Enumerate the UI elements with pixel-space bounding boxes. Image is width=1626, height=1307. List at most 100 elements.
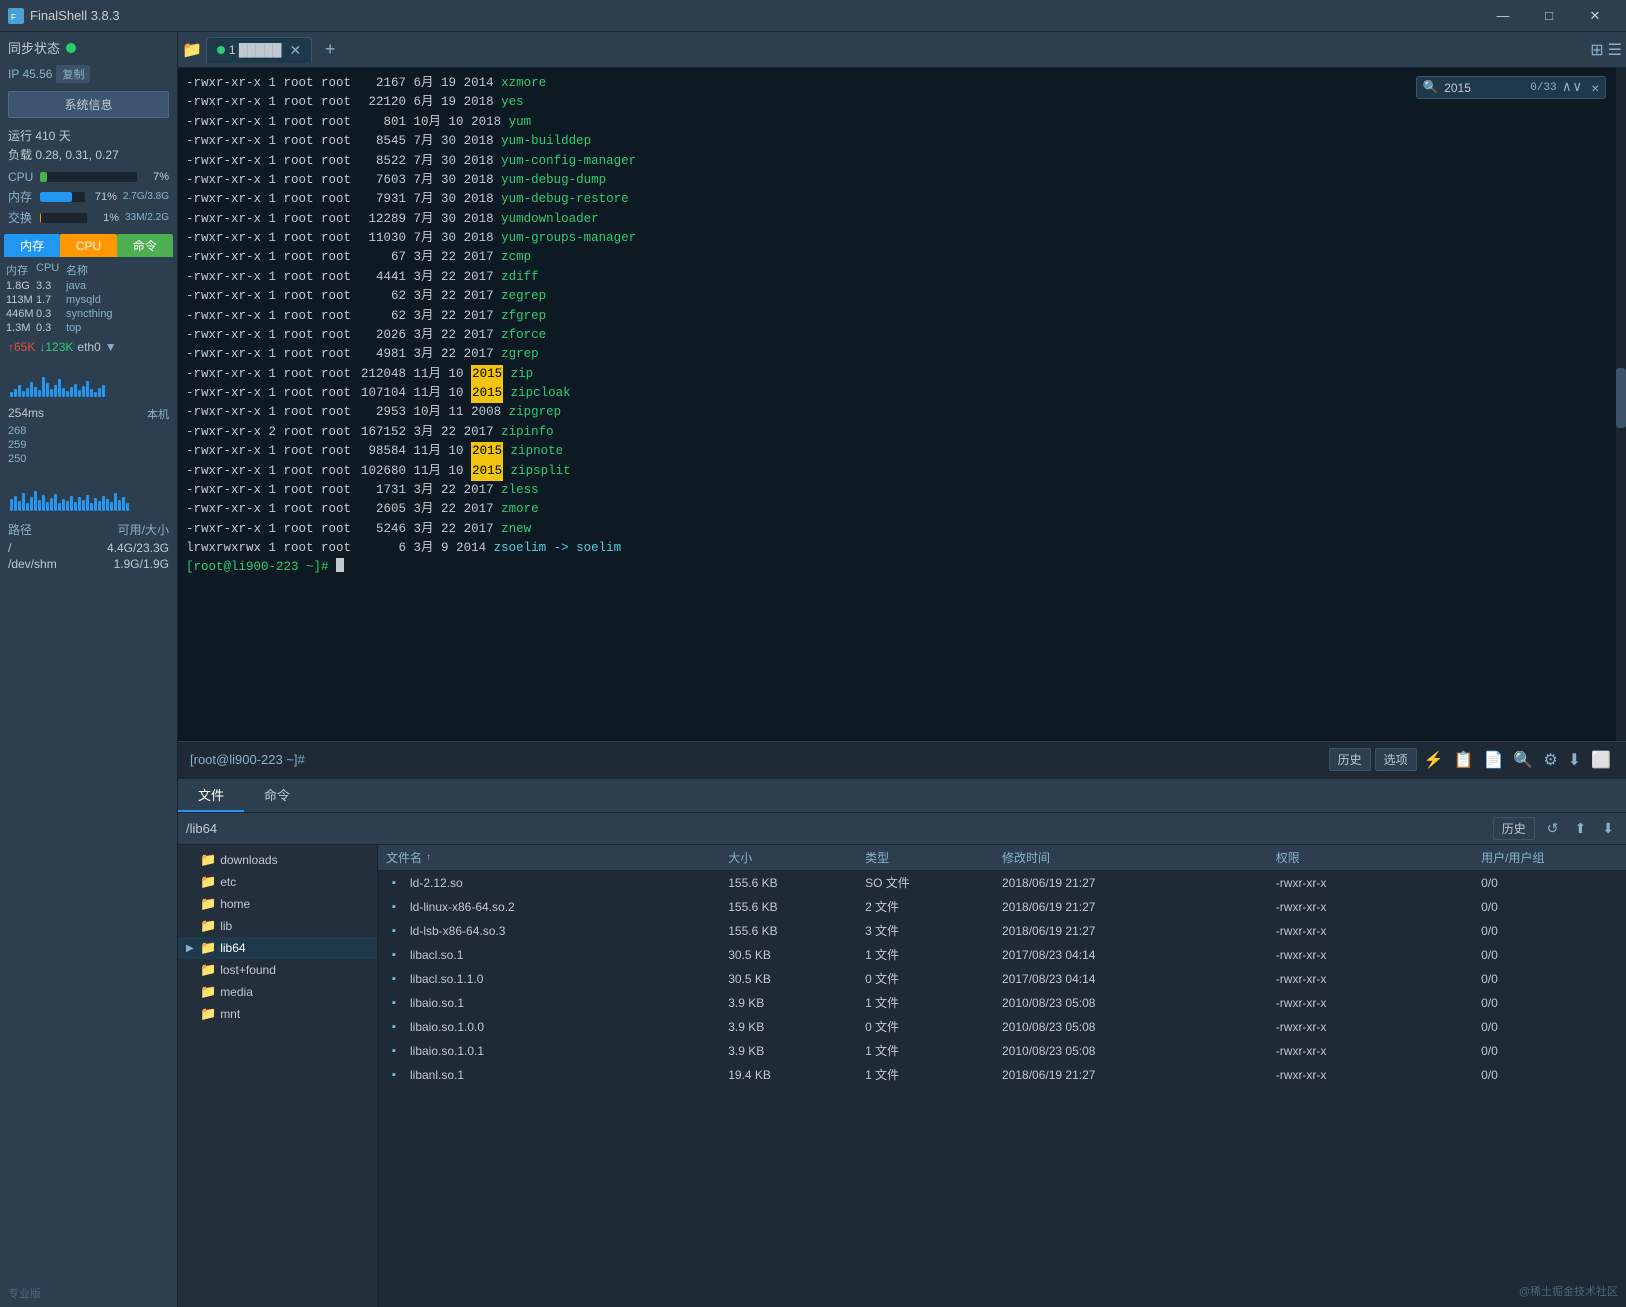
- paste-icon[interactable]: 📄: [1480, 748, 1506, 772]
- uptime-row: 运行 410 天: [8, 126, 169, 145]
- file-row[interactable]: ▪ ld-lsb-x86-64.so.3 155.6 KB 3 文件 2018/…: [378, 919, 1626, 943]
- ping-bar: [14, 496, 17, 511]
- net-bar: [22, 391, 25, 397]
- file-perm: -rwxr-xr-x: [1276, 876, 1481, 890]
- search-prev-button[interactable]: ∧: [1563, 79, 1571, 96]
- sysinfo-button[interactable]: 系统信息: [8, 91, 169, 118]
- refresh-icon[interactable]: ↺: [1543, 818, 1563, 839]
- net-bar: [98, 388, 101, 397]
- search-input[interactable]: [1444, 81, 1524, 95]
- file-size: 155.6 KB: [728, 876, 865, 890]
- folder-icon: 📁: [200, 1006, 216, 1022]
- file-type-icon: ▪: [386, 875, 402, 891]
- file-history-button[interactable]: 历史: [1493, 817, 1535, 840]
- content-area: 📁 1 █████ ✕ + ⊞ ☰ 🔍 0/33 ∧ ∨: [178, 32, 1626, 1307]
- tree-item-lost+found[interactable]: 📁lost+found: [178, 959, 377, 981]
- tree-item-downloads[interactable]: 📁downloads: [178, 849, 377, 871]
- file-row[interactable]: ▪ libanl.so.1 19.4 KB 1 文件 2018/06/19 21…: [378, 1063, 1626, 1087]
- net-bar: [58, 379, 61, 397]
- copy-ip-button[interactable]: 复制: [56, 65, 90, 83]
- terminal-scrollbar-thumb: [1616, 368, 1626, 428]
- tab-cpu-button[interactable]: CPU: [60, 234, 116, 257]
- tree-item-media[interactable]: 📁media: [178, 981, 377, 1003]
- disk-path-shm: /dev/shm: [8, 557, 57, 571]
- ping-bar: [18, 501, 21, 511]
- tree-item-etc[interactable]: 📁etc: [178, 871, 377, 893]
- disk-path-header: 路径: [8, 521, 32, 538]
- file-row[interactable]: ▪ libacl.so.1.1.0 30.5 KB 0 文件 2017/08/2…: [378, 967, 1626, 991]
- download-file-icon[interactable]: ⬇: [1598, 818, 1618, 839]
- file-type: SO 文件: [865, 874, 1002, 891]
- maximize-button[interactable]: □: [1526, 0, 1572, 32]
- tab-cmd[interactable]: 命令: [244, 779, 310, 812]
- settings-icon[interactable]: ⚙: [1540, 748, 1560, 772]
- tab-mem-button[interactable]: 内存: [4, 234, 60, 257]
- file-owner: 0/0: [1481, 1020, 1618, 1034]
- download-icon[interactable]: ⬇: [1565, 748, 1584, 772]
- table-row: lrwxrwxrwx 1 root root 6 3月 9 2014 zsoel…: [186, 539, 1618, 558]
- search-highlight: 2015: [471, 384, 503, 403]
- net-dropdown-icon[interactable]: ▼: [105, 340, 117, 354]
- terminal-scrollbar[interactable]: [1616, 68, 1626, 741]
- net-bar: [50, 389, 53, 397]
- ping-graph: [8, 467, 169, 513]
- ping-bar: [74, 502, 77, 511]
- table-row: -rwxr-xr-x 1 root root 2167 6月 19 2014 x…: [186, 74, 1618, 93]
- search-navigation: ∧ ∨: [1563, 79, 1582, 96]
- tree-item-lib64[interactable]: ▶📁lib64: [178, 937, 377, 959]
- options-button[interactable]: 选项: [1375, 748, 1417, 771]
- file-perm: -rwxr-xr-x: [1276, 1020, 1481, 1034]
- file-type-icon: ▪: [386, 1067, 402, 1083]
- tree-item-lib[interactable]: 📁lib: [178, 915, 377, 937]
- file-row[interactable]: ▪ libacl.so.1 30.5 KB 1 文件 2017/08/23 04…: [378, 943, 1626, 967]
- ping-bar: [78, 497, 81, 511]
- list-view-icon[interactable]: ☰: [1608, 40, 1622, 60]
- cpu-label: CPU: [8, 170, 36, 184]
- file-row[interactable]: ▪ ld-2.12.so 155.6 KB SO 文件 2018/06/19 2…: [378, 871, 1626, 895]
- file-name-cell: ▪ libanl.so.1: [386, 1067, 728, 1083]
- sort-icon[interactable]: ↑: [426, 852, 431, 863]
- file-row[interactable]: ▪ ld-linux-x86-64.so.2 155.6 KB 2 文件 201…: [378, 895, 1626, 919]
- tree-item-home[interactable]: 📁home: [178, 893, 377, 915]
- grid-view-icon[interactable]: ⊞: [1590, 40, 1603, 60]
- ping-values: 268 259 250: [0, 425, 177, 465]
- close-button[interactable]: ✕: [1572, 0, 1618, 32]
- search-terminal-icon[interactable]: 🔍: [1510, 748, 1536, 772]
- terminal-content: -rwxr-xr-x 1 root root 2167 6月 19 2014 x…: [178, 68, 1626, 741]
- search-close-button[interactable]: ✕: [1591, 80, 1599, 96]
- folder-icon: 📁: [200, 896, 216, 912]
- net-bar: [18, 385, 21, 397]
- lightning-icon[interactable]: ⚡: [1421, 748, 1447, 772]
- copy-icon[interactable]: 📋: [1451, 748, 1477, 772]
- tab-cmd-button[interactable]: 命令: [117, 234, 173, 257]
- file-row[interactable]: ▪ libaio.so.1 3.9 KB 1 文件 2010/08/23 05:…: [378, 991, 1626, 1015]
- tab-close-button[interactable]: ✕: [289, 42, 301, 59]
- file-type-icon: ▪: [386, 971, 402, 987]
- file-type: 2 文件: [865, 898, 1002, 915]
- file-name-cell: ▪ libacl.so.1: [386, 947, 728, 963]
- mem-progress-fill: [40, 192, 72, 202]
- tree-item-label: mnt: [220, 1007, 240, 1021]
- upload-icon[interactable]: ⬆: [1571, 818, 1591, 839]
- minimize-button[interactable]: —: [1480, 0, 1526, 32]
- session-tab[interactable]: 1 █████ ✕: [206, 37, 312, 63]
- net-bar: [46, 383, 49, 397]
- terminal-area[interactable]: 🔍 0/33 ∧ ∨ ✕ -rwxr-xr-x 1 root root 2167…: [178, 68, 1626, 741]
- uptime-label: 运行 410 天: [8, 127, 71, 144]
- tree-item-label: lib64: [220, 941, 245, 955]
- file-date: 2017/08/23 04:14: [1002, 972, 1276, 986]
- new-tab-button[interactable]: +: [316, 36, 344, 64]
- disk-avail-header: 可用/大小: [118, 521, 169, 538]
- file-row[interactable]: ▪ libaio.so.1.0.1 3.9 KB 1 文件 2010/08/23…: [378, 1039, 1626, 1063]
- col-perm: 权限: [1276, 849, 1481, 866]
- fullscreen-icon[interactable]: ⬜: [1588, 748, 1614, 772]
- file-name-cell: ▪ libaio.so.1: [386, 995, 728, 1011]
- file-row[interactable]: ▪ libaio.so.1.0.0 3.9 KB 0 文件 2010/08/23…: [378, 1015, 1626, 1039]
- tab-file[interactable]: 文件: [178, 779, 244, 812]
- current-path: /lib64: [186, 821, 1485, 836]
- history-button[interactable]: 历史: [1329, 748, 1371, 771]
- ping-bar: [70, 496, 73, 511]
- search-next-button[interactable]: ∨: [1573, 79, 1581, 96]
- table-row: -rwxr-xr-x 1 root root 22120 6月 19 2018 …: [186, 93, 1618, 112]
- tree-item-mnt[interactable]: 📁 mnt: [178, 1003, 377, 1025]
